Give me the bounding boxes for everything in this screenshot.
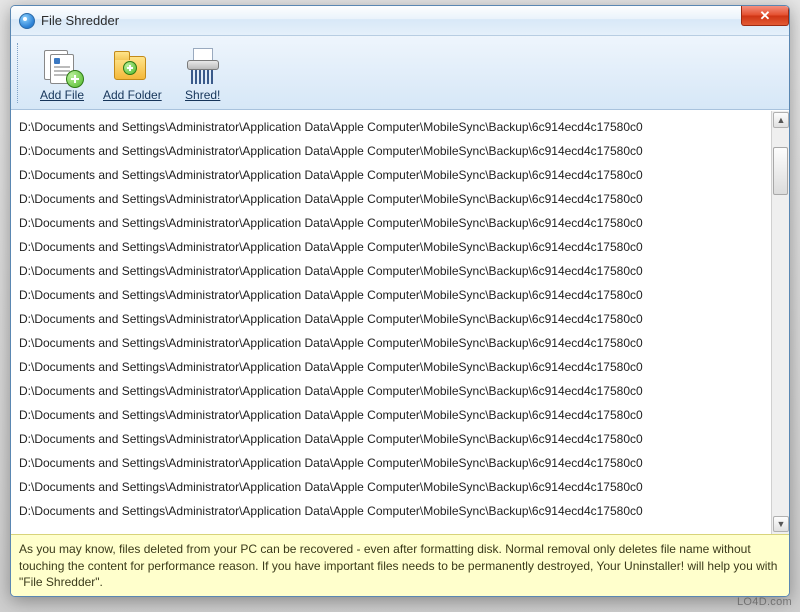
info-bar: As you may know, files deleted from your… <box>11 534 789 596</box>
scroll-down-arrow-icon[interactable]: ▼ <box>773 516 789 532</box>
toolbar: Add File Add Folder Shred! <box>11 36 789 110</box>
add-file-button[interactable]: Add File <box>28 40 96 106</box>
list-item[interactable]: D:\Documents and Settings\Administrator\… <box>15 475 771 499</box>
list-item[interactable]: D:\Documents and Settings\Administrator\… <box>15 283 771 307</box>
add-file-label: Add File <box>40 88 84 102</box>
list-item[interactable]: D:\Documents and Settings\Administrator\… <box>15 451 771 475</box>
list-item[interactable]: D:\Documents and Settings\Administrator\… <box>15 259 771 283</box>
add-file-icon <box>42 46 82 86</box>
shred-label: Shred! <box>185 88 220 102</box>
scroll-thumb[interactable] <box>773 147 788 195</box>
app-icon <box>19 13 35 29</box>
scroll-track[interactable] <box>773 129 788 516</box>
vertical-scrollbar[interactable]: ▲ ▼ <box>771 111 789 534</box>
add-folder-button[interactable]: Add Folder <box>98 40 167 106</box>
list-item[interactable]: D:\Documents and Settings\Administrator\… <box>15 115 771 139</box>
add-folder-icon <box>112 46 152 86</box>
file-list: D:\Documents and Settings\Administrator\… <box>11 110 789 534</box>
list-item[interactable]: D:\Documents and Settings\Administrator\… <box>15 403 771 427</box>
shredder-icon <box>183 46 223 86</box>
toolbar-grip <box>17 43 22 103</box>
list-item[interactable]: D:\Documents and Settings\Administrator\… <box>15 235 771 259</box>
add-folder-label: Add Folder <box>103 88 162 102</box>
scroll-up-arrow-icon[interactable]: ▲ <box>773 112 789 128</box>
close-button[interactable]: ✕ <box>741 6 789 26</box>
list-item[interactable]: D:\Documents and Settings\Administrator\… <box>15 427 771 451</box>
list-item[interactable]: D:\Documents and Settings\Administrator\… <box>15 331 771 355</box>
list-item[interactable]: D:\Documents and Settings\Administrator\… <box>15 187 771 211</box>
list-item[interactable]: D:\Documents and Settings\Administrator\… <box>15 211 771 235</box>
close-icon: ✕ <box>760 8 771 24</box>
list-item[interactable]: D:\Documents and Settings\Administrator\… <box>15 307 771 331</box>
window-controls: ✕ <box>742 6 789 28</box>
list-item[interactable]: D:\Documents and Settings\Administrator\… <box>15 163 771 187</box>
app-window: File Shredder ✕ Add File Add Folder Shre… <box>10 5 790 597</box>
list-item[interactable]: D:\Documents and Settings\Administrator\… <box>15 139 771 163</box>
list-item[interactable]: D:\Documents and Settings\Administrator\… <box>15 379 771 403</box>
file-list-viewport[interactable]: D:\Documents and Settings\Administrator\… <box>11 111 771 534</box>
window-title: File Shredder <box>41 13 119 28</box>
watermark: LO4D.com <box>737 596 792 608</box>
info-text: As you may know, files deleted from your… <box>19 542 777 588</box>
titlebar[interactable]: File Shredder ✕ <box>11 6 789 36</box>
list-item[interactable]: D:\Documents and Settings\Administrator\… <box>15 499 771 523</box>
list-item[interactable]: D:\Documents and Settings\Administrator\… <box>15 355 771 379</box>
shred-button[interactable]: Shred! <box>169 40 237 106</box>
